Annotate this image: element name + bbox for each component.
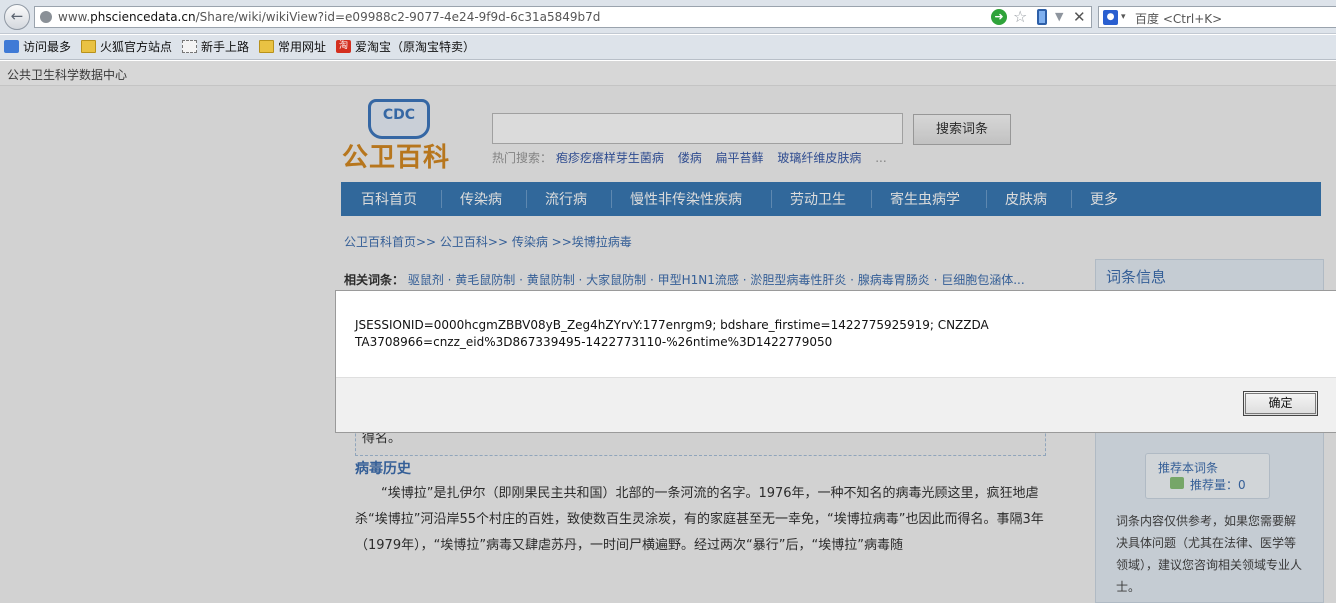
back-button[interactable]: ← <box>4 4 30 30</box>
url-domain: phsciencedata.cn <box>90 10 196 24</box>
bookmark-getting-started[interactable]: 新手上路 <box>182 39 249 56</box>
mobile-icon[interactable] <box>1037 9 1047 25</box>
page-icon <box>182 40 197 53</box>
web-search-box[interactable]: ● ▾ 百度 <Ctrl+K> <box>1098 6 1336 28</box>
dialog-message: JSESSIONID=0000hcgmZBBV08yB_Zeg4hZYrvY:1… <box>355 318 989 349</box>
most-visited-icon <box>4 40 19 53</box>
ok-button[interactable]: 确定 <box>1243 391 1318 416</box>
stop-icon[interactable]: ✕ <box>1073 7 1086 27</box>
url-prefix: www. <box>58 10 91 24</box>
bookmark-label: 常用网址 <box>278 40 327 54</box>
bookmark-label: 新手上路 <box>201 40 250 54</box>
go-arrow-icon[interactable]: ➜ <box>991 9 1007 25</box>
taobao-icon: 淘 <box>336 40 351 53</box>
bookmark-label: 访问最多 <box>23 40 72 54</box>
address-bar[interactable]: www.phsciencedata.cn/Share/wiki/wikiView… <box>34 6 1092 28</box>
url-text[interactable]: www.phsciencedata.cn/Share/wiki/wikiView… <box>58 10 600 24</box>
bookmark-label: 火狐官方站点 <box>100 40 173 54</box>
bookmark-common-sites[interactable]: 常用网址 <box>259 39 326 56</box>
alert-dialog: JSESSIONID=0000hcgmZBBV08yB_Zeg4hZYrvY:1… <box>335 290 1336 433</box>
folder-icon <box>81 40 96 53</box>
navigation-toolbar: ← www.phsciencedata.cn/Share/wiki/wikiVi… <box>0 0 1336 34</box>
bookmark-aitaobao[interactable]: 淘 爱淘宝（原淘宝特卖） <box>336 39 475 56</box>
history-dropdown-icon[interactable]: ▼ <box>1055 9 1063 25</box>
bookmark-star-icon[interactable]: ☆ <box>1013 7 1027 27</box>
bookmark-firefox-site[interactable]: 火狐官方站点 <box>81 39 172 56</box>
url-path: /Share/wiki/wikiView?id=e09988c2-9077-4e… <box>195 10 601 24</box>
bookmarks-toolbar: 访问最多 火狐官方站点 新手上路 常用网址 淘 爱淘宝（原淘宝特卖） <box>0 35 1336 60</box>
folder-icon <box>259 40 274 53</box>
baidu-paw-icon[interactable]: ● <box>1103 10 1118 25</box>
engine-dropdown-icon[interactable]: ▾ <box>1121 9 1126 25</box>
bookmark-label: 爱淘宝（原淘宝特卖） <box>355 40 476 54</box>
globe-icon <box>40 11 52 23</box>
browser-window: ← www.phsciencedata.cn/Share/wiki/wikiVi… <box>0 0 1336 603</box>
dialog-footer: 确定 <box>336 377 1336 432</box>
web-search-placeholder: 百度 <Ctrl+K> <box>1135 12 1223 26</box>
bookmark-most-visited[interactable]: 访问最多 <box>4 39 71 56</box>
